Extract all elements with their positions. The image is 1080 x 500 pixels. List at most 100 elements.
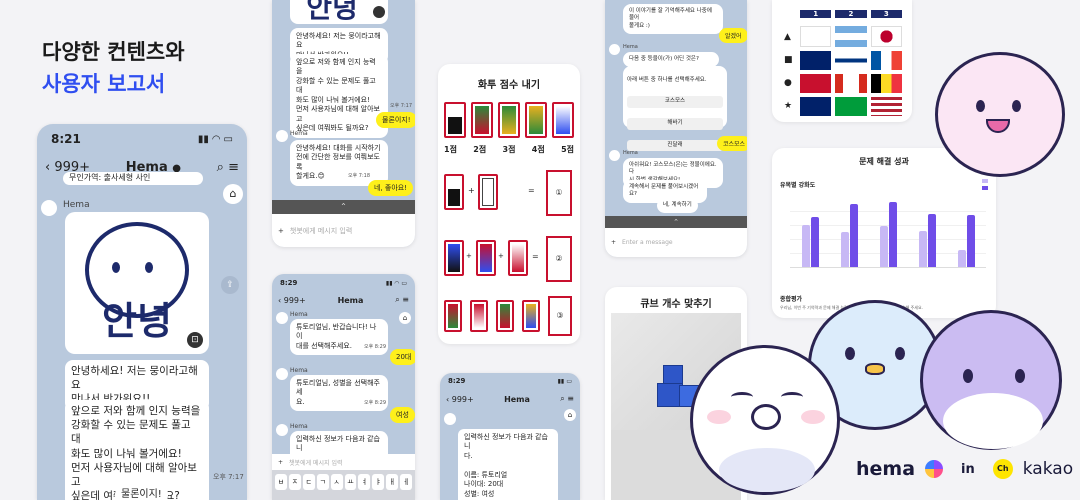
- flag-uk-icon[interactable]: [800, 51, 832, 70]
- flag-belgium-icon[interactable]: [870, 74, 902, 93]
- option-2[interactable]: 해바기: [627, 118, 723, 130]
- eq1-card-a: [444, 174, 464, 210]
- status-time-4: 8:29: [448, 377, 466, 385]
- home-button-3[interactable]: ⌂: [399, 312, 411, 324]
- dolphin-character: [920, 310, 1062, 450]
- key-3[interactable]: ㄷ: [302, 474, 315, 490]
- score-1: 1점: [444, 145, 457, 154]
- key-1[interactable]: ㅂ: [275, 474, 287, 490]
- flag-row-symbols: ▲ ■ ● ★: [784, 26, 794, 118]
- back-label-4: 999+: [451, 394, 474, 404]
- scan-icon[interactable]: ⊡: [187, 332, 203, 348]
- legend-dark: [982, 185, 988, 192]
- seal-character: [690, 345, 840, 495]
- hema-logo-icon: [925, 460, 944, 478]
- score-5: 5점: [561, 145, 574, 154]
- hwatu-card-4: [525, 102, 547, 138]
- flag-brazil-icon[interactable]: [835, 97, 867, 116]
- answer-box-1[interactable]: ①: [546, 170, 572, 216]
- plus-icon-5[interactable]: +: [611, 239, 616, 246]
- key-8[interactable]: ㅑ: [372, 474, 385, 490]
- gender-reply: 여성: [390, 407, 415, 423]
- legend-light: [982, 178, 988, 185]
- sender-name-3b: Hema: [290, 367, 308, 374]
- message-input-2[interactable]: + 챗봇에게 메시지 입력: [272, 214, 415, 247]
- prev-message: 무인가역: 출사세형 사인: [63, 172, 203, 185]
- message-input-5[interactable]: + Enter a message: [605, 228, 747, 257]
- key-6[interactable]: ㅛ: [344, 474, 357, 490]
- plus-icon-3[interactable]: +: [278, 459, 283, 466]
- eq2-card-b: [476, 240, 496, 276]
- back-button-4[interactable]: ‹ 999+: [446, 395, 474, 404]
- key-10[interactable]: ㅔ: [400, 474, 413, 490]
- flag-japan-icon[interactable]: [870, 26, 902, 47]
- sender-name-2: Hema: [290, 130, 308, 137]
- eq2-card-a: [444, 240, 464, 276]
- remember-message: 이 이야기를 잘 기억해주세요 나중에 물어 볼게요 :): [623, 4, 723, 35]
- kakao-logo-text: kakao: [1022, 459, 1074, 479]
- eq1-card-b: [478, 174, 498, 210]
- hema-logo-text: hema: [856, 458, 916, 480]
- reply-bubble-2b: 네, 좋아요!: [368, 180, 414, 196]
- triangle-icon: ▲: [784, 32, 791, 42]
- options-card: 아래 버튼 중 하나를 선택해주세요. 코스모스 해바기 진달래: [623, 66, 727, 152]
- hwatu-equation-2: + + = ②: [444, 236, 574, 286]
- answer-box-3[interactable]: ③: [548, 296, 572, 336]
- kakao-channel-icon: Ch: [992, 459, 1013, 479]
- home-button[interactable]: ⌂: [223, 184, 243, 204]
- chart-bar-s2-4: [928, 213, 937, 267]
- score-3: 3점: [502, 145, 516, 154]
- key-5[interactable]: ㅅ: [330, 474, 343, 490]
- collapse-bar-5[interactable]: ⌃: [605, 216, 747, 228]
- option-3[interactable]: 진달래: [627, 139, 723, 152]
- message-time: 오후 7:17: [213, 473, 244, 481]
- eq2-card-c: [508, 240, 528, 276]
- back-button-3[interactable]: ‹ 999+: [278, 296, 306, 305]
- status-bar-4: 8:29 ▮▮ ▭: [440, 373, 580, 389]
- main-phone: 8:21 ▮▮ ◠ ▭ ‹ 999+ Hema ● ⌕ ≡ 무인가역: 출사세형…: [37, 124, 247, 500]
- plus-icon-2[interactable]: +: [278, 227, 284, 235]
- scan-icon-2[interactable]: [373, 6, 385, 18]
- flags-header: 1 2 3: [800, 10, 902, 18]
- flag-korea-icon[interactable]: [800, 26, 832, 47]
- flag-denmark-icon[interactable]: [800, 74, 832, 93]
- message-input-3[interactable]: + 챗봇에게 메시지 입력: [272, 454, 415, 470]
- option-1[interactable]: 코스모스: [627, 96, 723, 108]
- cube-stack-1: [663, 365, 683, 385]
- eq3-card-b: [470, 300, 488, 332]
- search-icon[interactable]: ⌕: [217, 160, 224, 175]
- hwatu-card-5: [552, 102, 574, 138]
- flag-france-icon[interactable]: [870, 51, 902, 70]
- answer-box-2[interactable]: ②: [546, 236, 572, 282]
- key-9[interactable]: ㅐ: [386, 474, 399, 490]
- key-7[interactable]: ㅕ: [358, 474, 371, 490]
- chart-bar-s1-3: [880, 226, 888, 267]
- key-2[interactable]: ㅈ: [288, 474, 301, 490]
- header-actions: ⌕ ≡: [217, 160, 239, 175]
- flag-canada-icon[interactable]: [835, 74, 867, 93]
- header-actions-3[interactable]: ⌕ ≡: [395, 295, 409, 305]
- flag-argentina-icon[interactable]: [835, 26, 867, 47]
- flag-usa-icon[interactable]: [870, 97, 902, 116]
- headline-line1: 다양한 컨텐츠와: [42, 40, 185, 64]
- key-4[interactable]: ㄱ: [316, 474, 329, 490]
- share-icon[interactable]: ⇪: [221, 276, 239, 294]
- sender-name-5b: Hema: [623, 150, 638, 156]
- home-button-4[interactable]: ⌂: [564, 409, 576, 421]
- menu-icon[interactable]: ≡: [228, 160, 239, 175]
- plus-sign-2a: +: [466, 252, 472, 260]
- header-actions-4[interactable]: ⌕ ≡: [560, 394, 574, 404]
- chat-title-4: Hema: [504, 394, 530, 404]
- headline-line2: 사용자 보고서: [42, 72, 166, 96]
- info-message-2: 안녕하세요! 대화를 시작하기 전에 간단한 정보를 여쭤보도록 할게요.😊: [290, 140, 388, 186]
- sender-name-3a: Hema: [290, 311, 308, 318]
- cube-title: 큐브 개수 맞추기: [640, 299, 712, 310]
- status-bar-3: 8:29 ▮▮ ◠ ▭: [272, 274, 415, 292]
- sender-name: Hema: [63, 200, 90, 210]
- collapse-bar-2[interactable]: ⌃: [272, 200, 415, 214]
- chat-title-3: Hema: [337, 295, 364, 305]
- input-placeholder-2: 챗봇에게 메시지 입력: [289, 226, 353, 235]
- hwatu-card-1: [444, 102, 466, 138]
- flag-finland-icon[interactable]: [835, 51, 867, 70]
- flag-newzealand-icon[interactable]: [800, 97, 832, 116]
